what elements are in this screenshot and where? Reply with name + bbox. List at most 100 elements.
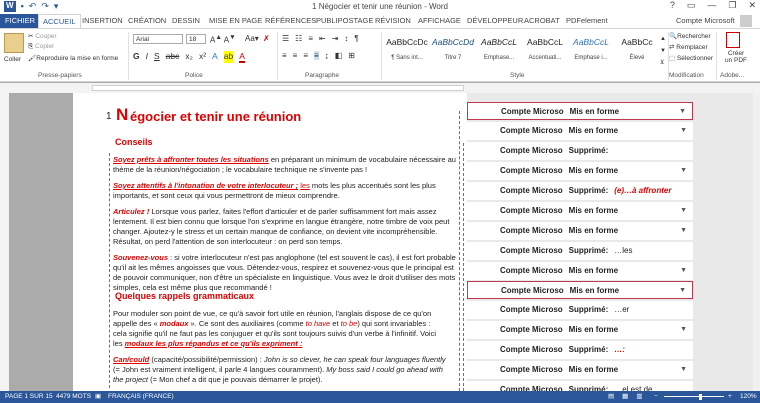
close-icon[interactable]: ✕ — [748, 0, 756, 11]
language[interactable]: FRANÇAIS (FRANCE) — [108, 391, 174, 403]
paste-button[interactable]: Coller — [4, 56, 21, 63]
style-eleve[interactable]: AaBbCc Élevé — [614, 33, 660, 71]
markup-balloon[interactable]: Compte Microso Mis en forme ▼ — [467, 122, 693, 140]
balloon-options-icon[interactable]: ▼ — [679, 103, 686, 119]
borders-icon[interactable]: ⊞ — [348, 51, 355, 60]
strikethrough-icon[interactable]: abc — [166, 51, 180, 63]
style-accentuation[interactable]: AaBbCcL Accentuati... — [522, 33, 568, 71]
text-effects-icon[interactable]: A — [212, 51, 218, 63]
line-spacing-icon[interactable]: ↨ — [325, 51, 329, 60]
maximize-icon[interactable]: ❐ — [728, 0, 736, 11]
vertical-ruler[interactable] — [0, 93, 9, 391]
format-painter-button[interactable]: 🖌Reproduire la mise en forme — [28, 54, 118, 62]
cut-button[interactable]: ✂ Couper — [28, 32, 57, 40]
markup-balloon[interactable]: Compte Microso Supprimé: …: — [467, 341, 693, 359]
styles-scroll-icon[interactable]: ▲ ▼ ⊻ — [660, 33, 666, 69]
tab-dessin[interactable]: DESSIN — [172, 14, 200, 28]
replace-button[interactable]: ⇄ Remplacer — [669, 43, 708, 51]
select-button[interactable]: ⬚ Sélectionner — [669, 54, 713, 62]
print-layout-icon[interactable]: ▦ — [622, 391, 628, 403]
read-mode-icon[interactable]: ▤ — [608, 391, 614, 403]
page-count[interactable]: PAGE 1 SUR 15 — [5, 391, 53, 403]
italic-icon[interactable]: I — [146, 51, 148, 63]
word-count[interactable]: 4479 MOTS — [56, 391, 91, 403]
zoom-in-icon[interactable]: + — [728, 391, 732, 403]
horizontal-ruler[interactable] — [0, 83, 760, 93]
balloon-options-icon[interactable]: ▼ — [680, 321, 687, 339]
show-marks-icon[interactable]: ¶ — [354, 34, 358, 43]
font-color-icon[interactable]: A — [239, 51, 245, 63]
balloon-options-icon[interactable]: ▼ — [680, 162, 687, 180]
markup-balloon[interactable]: Compte Microso Supprimé: …er — [467, 301, 693, 319]
vertical-scrollbar[interactable] — [753, 93, 760, 393]
superscript-icon[interactable]: x² — [199, 51, 206, 63]
decrease-indent-icon[interactable]: ⇤ — [319, 34, 326, 43]
tab-mise-en-page[interactable]: MISE EN PAGE — [209, 14, 262, 28]
tab-developpeur[interactable]: DÉVELOPPEUR — [467, 14, 523, 28]
avatar[interactable] — [740, 15, 752, 27]
account-name[interactable]: Compte Microsoft — [676, 14, 735, 28]
markup-balloon[interactable]: Compte Microso Mis en forme ▼ — [467, 361, 693, 379]
balloon-options-icon[interactable]: ▼ — [680, 122, 687, 140]
highlight-icon[interactable]: ab — [223, 51, 234, 63]
multilevel-list-icon[interactable]: ≡ — [308, 34, 313, 43]
increase-indent-icon[interactable]: ⇥ — [332, 34, 339, 43]
bullets-icon[interactable]: ☰ — [282, 34, 289, 43]
markup-balloon[interactable]: Compte Microso Supprimé: (e)…à affronter — [467, 182, 693, 200]
numbering-icon[interactable]: ☷ — [295, 34, 302, 43]
align-right-icon[interactable]: ≡ — [303, 51, 308, 60]
markup-balloon[interactable]: Compte Microso Mis en forme ▼ — [467, 321, 693, 339]
markup-balloon[interactable]: Compte Microso Mis en forme ▼ — [467, 222, 693, 240]
tab-revision[interactable]: RÉVISION — [375, 14, 411, 28]
markup-balloon[interactable]: Compte Microso Mis en forme ▼ — [467, 162, 693, 180]
zoom-slider-thumb[interactable] — [699, 394, 702, 400]
align-left-icon[interactable]: ≡ — [282, 51, 287, 60]
markup-balloon[interactable]: Compte Microso Mis en forme ▼ — [467, 262, 693, 280]
web-layout-icon[interactable]: ▥ — [636, 391, 642, 403]
bold-icon[interactable]: G — [133, 51, 140, 63]
tab-pdfelement[interactable]: PDFelement — [566, 14, 608, 28]
markup-balloon[interactable]: Compte Microso Supprimé: …les — [467, 242, 693, 260]
style-emphase-intense[interactable]: AaBbCcL Emphase i... — [568, 33, 614, 71]
zoom-slider[interactable] — [664, 396, 724, 397]
zoom-out-icon[interactable]: − — [654, 391, 658, 403]
style-titre-7[interactable]: AaBbCcDd Titre 7 — [430, 33, 476, 71]
tab-creation[interactable]: CRÉATION — [128, 14, 166, 28]
tab-accueil[interactable]: ACCUEIL — [38, 14, 81, 29]
style-no-spacing[interactable]: AaBbCcDc ¶ Sans int... — [384, 33, 430, 71]
underline-icon[interactable]: S — [154, 51, 160, 63]
tab-insertion[interactable]: INSERTION — [82, 14, 123, 28]
tab-publipostage[interactable]: PUBLIPOSTAGE — [316, 14, 373, 28]
subscript-icon[interactable]: x₂ — [185, 51, 193, 63]
clear-format-icon[interactable]: ✗ — [263, 34, 270, 43]
font-size-box[interactable]: 18 — [186, 34, 206, 44]
style-emphase[interactable]: AaBbCcL Emphase... — [476, 33, 522, 71]
create-pdf-icon[interactable] — [726, 32, 740, 48]
sort-icon[interactable]: ↕ — [344, 34, 348, 43]
tab-fichier[interactable]: FICHIER — [0, 14, 40, 28]
minimize-icon[interactable]: — — [707, 0, 716, 11]
justify-icon[interactable]: ≡ — [314, 51, 319, 60]
tab-acrobat[interactable]: ACROBAT — [524, 14, 560, 28]
help-icon[interactable]: ? — [670, 0, 675, 11]
grow-shrink-font-icon[interactable]: A▲ A▼ — [210, 34, 236, 45]
tab-references[interactable]: RÉFÉRENCES — [265, 14, 316, 28]
ribbon-display-icon[interactable]: ▭ — [687, 0, 696, 11]
change-case-icon[interactable]: Aa▾ — [245, 34, 259, 43]
tab-affichage[interactable]: AFFICHAGE — [418, 14, 461, 28]
font-name-box[interactable]: Arial — [133, 34, 183, 44]
paste-icon[interactable] — [4, 33, 24, 53]
balloon-options-icon[interactable]: ▼ — [680, 361, 687, 379]
markup-balloon[interactable]: Compte Microso Mis en forme ▼ — [467, 102, 693, 120]
balloon-options-icon[interactable]: ▼ — [680, 262, 687, 280]
create-pdf-button[interactable]: Créer un PDF — [719, 50, 753, 64]
markup-balloon[interactable]: Compte Microso Mis en forme ▼ — [467, 281, 693, 299]
balloon-options-icon[interactable]: ▼ — [680, 222, 687, 240]
markup-balloon[interactable]: Compte Microso Supprimé: — [467, 142, 693, 160]
shading-icon[interactable]: ◧ — [335, 51, 343, 60]
balloon-options-icon[interactable]: ▼ — [679, 282, 686, 298]
document-page[interactable]: 1 N égocier et tenir une réunion Conseil… — [73, 93, 467, 393]
find-button[interactable]: 🔍Rechercher — [669, 32, 711, 40]
align-center-icon[interactable]: ≡ — [293, 51, 298, 60]
copy-button[interactable]: ⎘ Copier — [28, 43, 54, 51]
